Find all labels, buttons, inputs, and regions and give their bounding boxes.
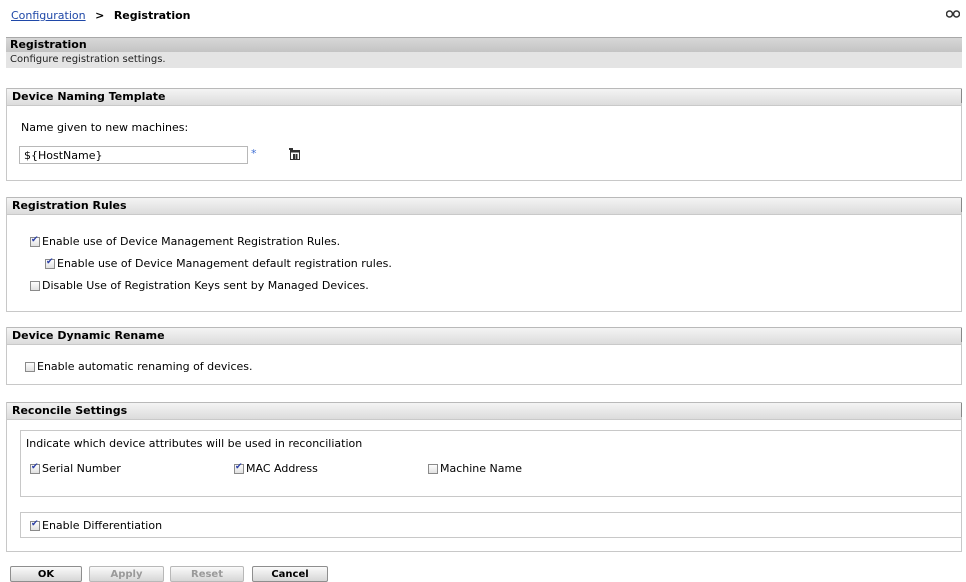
- mac-address-checkbox[interactable]: [234, 462, 244, 474]
- breadcrumb-current: Registration: [113, 9, 191, 22]
- required-marker: *: [251, 147, 257, 160]
- naming-template-input[interactable]: [19, 146, 248, 164]
- breadcrumb-configuration-link[interactable]: Configuration: [11, 9, 86, 22]
- dynamic-rename-section: Device Dynamic Rename: [6, 327, 962, 385]
- registration-keys-checkbox[interactable]: [30, 280, 40, 291]
- rules-enable-checkbox[interactable]: [30, 235, 40, 247]
- differentiation-row[interactable]: Enable Differentiation: [30, 519, 162, 532]
- rules-enable-row[interactable]: Enable use of Device Management Registra…: [30, 235, 340, 248]
- auto-rename-checkbox[interactable]: [25, 361, 35, 372]
- rules-default-label: Enable use of Device Management default …: [57, 257, 392, 270]
- differentiation-label: Enable Differentiation: [42, 519, 163, 532]
- registration-keys-row[interactable]: Disable Use of Registration Keys sent by…: [30, 279, 369, 292]
- naming-label: Name given to new machines:: [21, 121, 189, 134]
- device-naming-header: Device Naming Template: [7, 88, 962, 106]
- page-description: Configure registration settings.: [6, 52, 962, 68]
- rules-default-checkbox[interactable]: [45, 257, 55, 269]
- registration-rules-section: Registration Rules: [6, 197, 962, 312]
- machine-name-row[interactable]: Machine Name: [428, 462, 522, 475]
- cancel-button[interactable]: Cancel: [252, 566, 328, 582]
- reconcile-description: Indicate which device attributes will be…: [26, 437, 363, 450]
- registration-rules-header: Registration Rules: [7, 197, 962, 215]
- machine-name-label: Machine Name: [440, 462, 522, 475]
- dynamic-rename-header: Device Dynamic Rename: [7, 327, 962, 345]
- auto-rename-row[interactable]: Enable automatic renaming of devices.: [25, 360, 253, 373]
- serial-number-row[interactable]: Serial Number: [30, 462, 121, 475]
- reconcile-header: Reconcile Settings: [7, 402, 962, 420]
- ok-button[interactable]: OK: [10, 566, 82, 582]
- auto-rename-label: Enable automatic renaming of devices.: [37, 360, 253, 373]
- device-naming-section: Device Naming Template: [6, 88, 962, 181]
- breadcrumb-separator: >: [95, 9, 105, 22]
- serial-number-label: Serial Number: [42, 462, 121, 475]
- rules-default-row[interactable]: Enable use of Device Management default …: [45, 257, 392, 270]
- registration-keys-label: Disable Use of Registration Keys sent by…: [42, 279, 369, 292]
- mac-address-row[interactable]: MAC Address: [234, 462, 318, 475]
- breadcrumb: Configuration > Registration: [11, 9, 190, 22]
- machine-name-checkbox[interactable]: [428, 463, 438, 474]
- serial-number-checkbox[interactable]: [30, 462, 40, 474]
- rules-enable-label: Enable use of Device Management Registra…: [42, 235, 341, 248]
- reset-button[interactable]: Reset: [170, 566, 244, 582]
- browse-variable-icon[interactable]: [289, 148, 301, 161]
- page-title: Registration: [6, 37, 962, 52]
- apply-button[interactable]: Apply: [89, 566, 164, 582]
- differentiation-checkbox[interactable]: [30, 519, 40, 531]
- help-glasses-icon[interactable]: [946, 9, 960, 19]
- mac-address-label: MAC Address: [246, 462, 318, 475]
